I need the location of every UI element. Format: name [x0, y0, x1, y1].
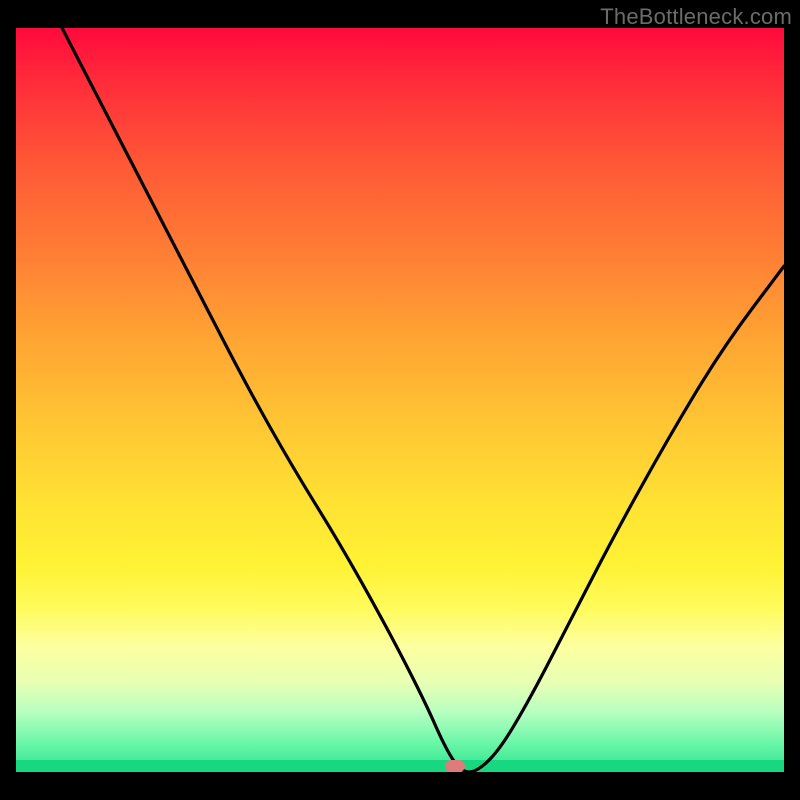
- curve-minimum-marker: [445, 760, 465, 772]
- frame-border-left: [0, 0, 16, 800]
- chart-stage: TheBottleneck.com: [0, 0, 800, 800]
- watermark-text: TheBottleneck.com: [600, 4, 792, 30]
- bottleneck-curve: [62, 28, 784, 772]
- frame-border-right: [784, 0, 800, 800]
- chart-curve-layer: [16, 28, 784, 772]
- frame-border-bottom: [0, 772, 800, 800]
